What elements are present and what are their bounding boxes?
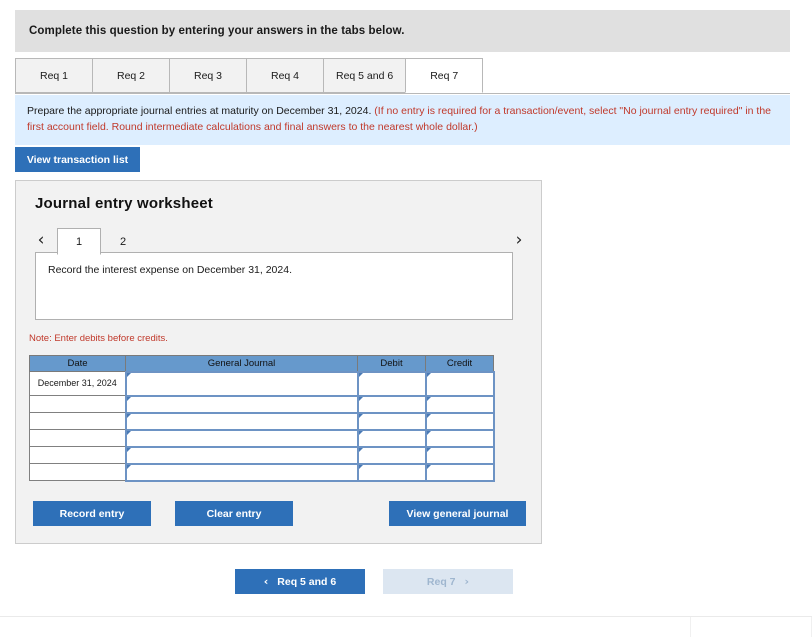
date-cell-3[interactable] — [29, 412, 126, 430]
debit-input-4[interactable] — [356, 428, 427, 448]
date-cell-5[interactable] — [29, 446, 126, 464]
general-journal-input-6[interactable] — [124, 462, 359, 482]
view-general-journal-button[interactable]: View general journal — [389, 501, 526, 526]
tab-req-5-and-6[interactable]: Req 5 and 6 — [323, 58, 407, 93]
table-row — [29, 411, 495, 431]
debit-input-6[interactable] — [356, 462, 427, 482]
general-journal-input-1[interactable] — [124, 370, 359, 397]
table-header-row: Date General Journal Debit Credit — [29, 355, 494, 372]
nav-next-button: Req 7 › — [383, 569, 513, 594]
column-header-credit: Credit — [425, 355, 494, 372]
credit-input-2[interactable] — [424, 394, 495, 414]
view-transaction-list-button[interactable]: View transaction list — [15, 147, 140, 172]
tab-req-7[interactable]: Req 7 — [405, 58, 484, 93]
journal-entry-worksheet-panel: Journal entry worksheet ‹ 1 2 › Record t… — [15, 180, 542, 544]
worksheet-pager: ‹ 1 2 › — [30, 225, 530, 255]
general-journal-input-2[interactable] — [124, 394, 359, 414]
tab-req-2[interactable]: Req 2 — [92, 58, 170, 93]
debit-input-2[interactable] — [356, 394, 427, 414]
requirement-tab-bar: Req 1 Req 2 Req 3 Req 4 Req 5 and 6 Req … — [15, 58, 790, 94]
credit-input-6[interactable] — [424, 462, 495, 482]
general-journal-input-4[interactable] — [124, 428, 359, 448]
debit-input-1[interactable] — [356, 370, 427, 397]
debit-input-3[interactable] — [356, 411, 427, 431]
credit-input-4[interactable] — [424, 428, 495, 448]
nav-next-label: Req 7 — [426, 575, 456, 588]
table-row — [29, 428, 495, 448]
table-row: December 31, 2024 — [29, 370, 495, 397]
tab-req-1[interactable]: Req 1 — [15, 58, 93, 93]
table-row — [29, 394, 495, 414]
nav-previous-button[interactable]: ‹ Req 5 and 6 — [235, 569, 365, 594]
worksheet-prompt-text: Record the interest expense on December … — [48, 264, 292, 276]
general-journal-input-3[interactable] — [124, 411, 359, 431]
requirement-description-main: Prepare the appropriate journal entries … — [27, 105, 375, 117]
credit-input-3[interactable] — [424, 411, 495, 431]
debit-input-5[interactable] — [356, 445, 427, 465]
chevron-right-icon[interactable]: › — [508, 228, 530, 252]
worksheet-prompt-box: Record the interest expense on December … — [35, 252, 513, 320]
date-cell-2[interactable] — [29, 395, 126, 413]
worksheet-page-tab-2[interactable]: 2 — [101, 228, 145, 255]
worksheet-title: Journal entry worksheet — [35, 195, 213, 212]
tab-req-3[interactable]: Req 3 — [169, 58, 247, 93]
column-header-general-journal: General Journal — [125, 355, 358, 372]
clear-entry-button[interactable]: Clear entry — [175, 501, 293, 526]
credit-input-5[interactable] — [424, 445, 495, 465]
general-journal-input-5[interactable] — [124, 445, 359, 465]
table-row — [29, 462, 495, 482]
question-instruction-bar: Complete this question by entering your … — [15, 10, 790, 52]
table-row — [29, 445, 495, 465]
requirement-description: Prepare the appropriate journal entries … — [15, 95, 790, 145]
record-entry-button[interactable]: Record entry — [33, 501, 151, 526]
date-cell-6[interactable] — [29, 463, 126, 481]
worksheet-page-tab-1[interactable]: 1 — [57, 228, 101, 255]
tab-req-4[interactable]: Req 4 — [246, 58, 324, 93]
credit-input-1[interactable] — [424, 370, 495, 397]
footer-segment-divider-1 — [690, 617, 691, 637]
chevron-left-icon: ‹ — [263, 575, 269, 588]
date-cell-1: December 31, 2024 — [29, 371, 126, 396]
column-header-debit: Debit — [357, 355, 426, 372]
chevron-left-icon[interactable]: ‹ — [30, 228, 52, 252]
journal-entry-table: Date General Journal Debit Credit Decemb… — [29, 355, 495, 482]
date-cell-4[interactable] — [29, 429, 126, 447]
worksheet-page-tabs: 1 2 — [57, 225, 145, 255]
column-header-date: Date — [29, 355, 126, 372]
chevron-right-icon: › — [464, 575, 470, 588]
debits-before-credits-note: Note: Enter debits before credits. — [29, 333, 168, 344]
nav-previous-label: Req 5 and 6 — [277, 575, 337, 588]
question-instruction-text: Complete this question by entering your … — [29, 25, 405, 37]
